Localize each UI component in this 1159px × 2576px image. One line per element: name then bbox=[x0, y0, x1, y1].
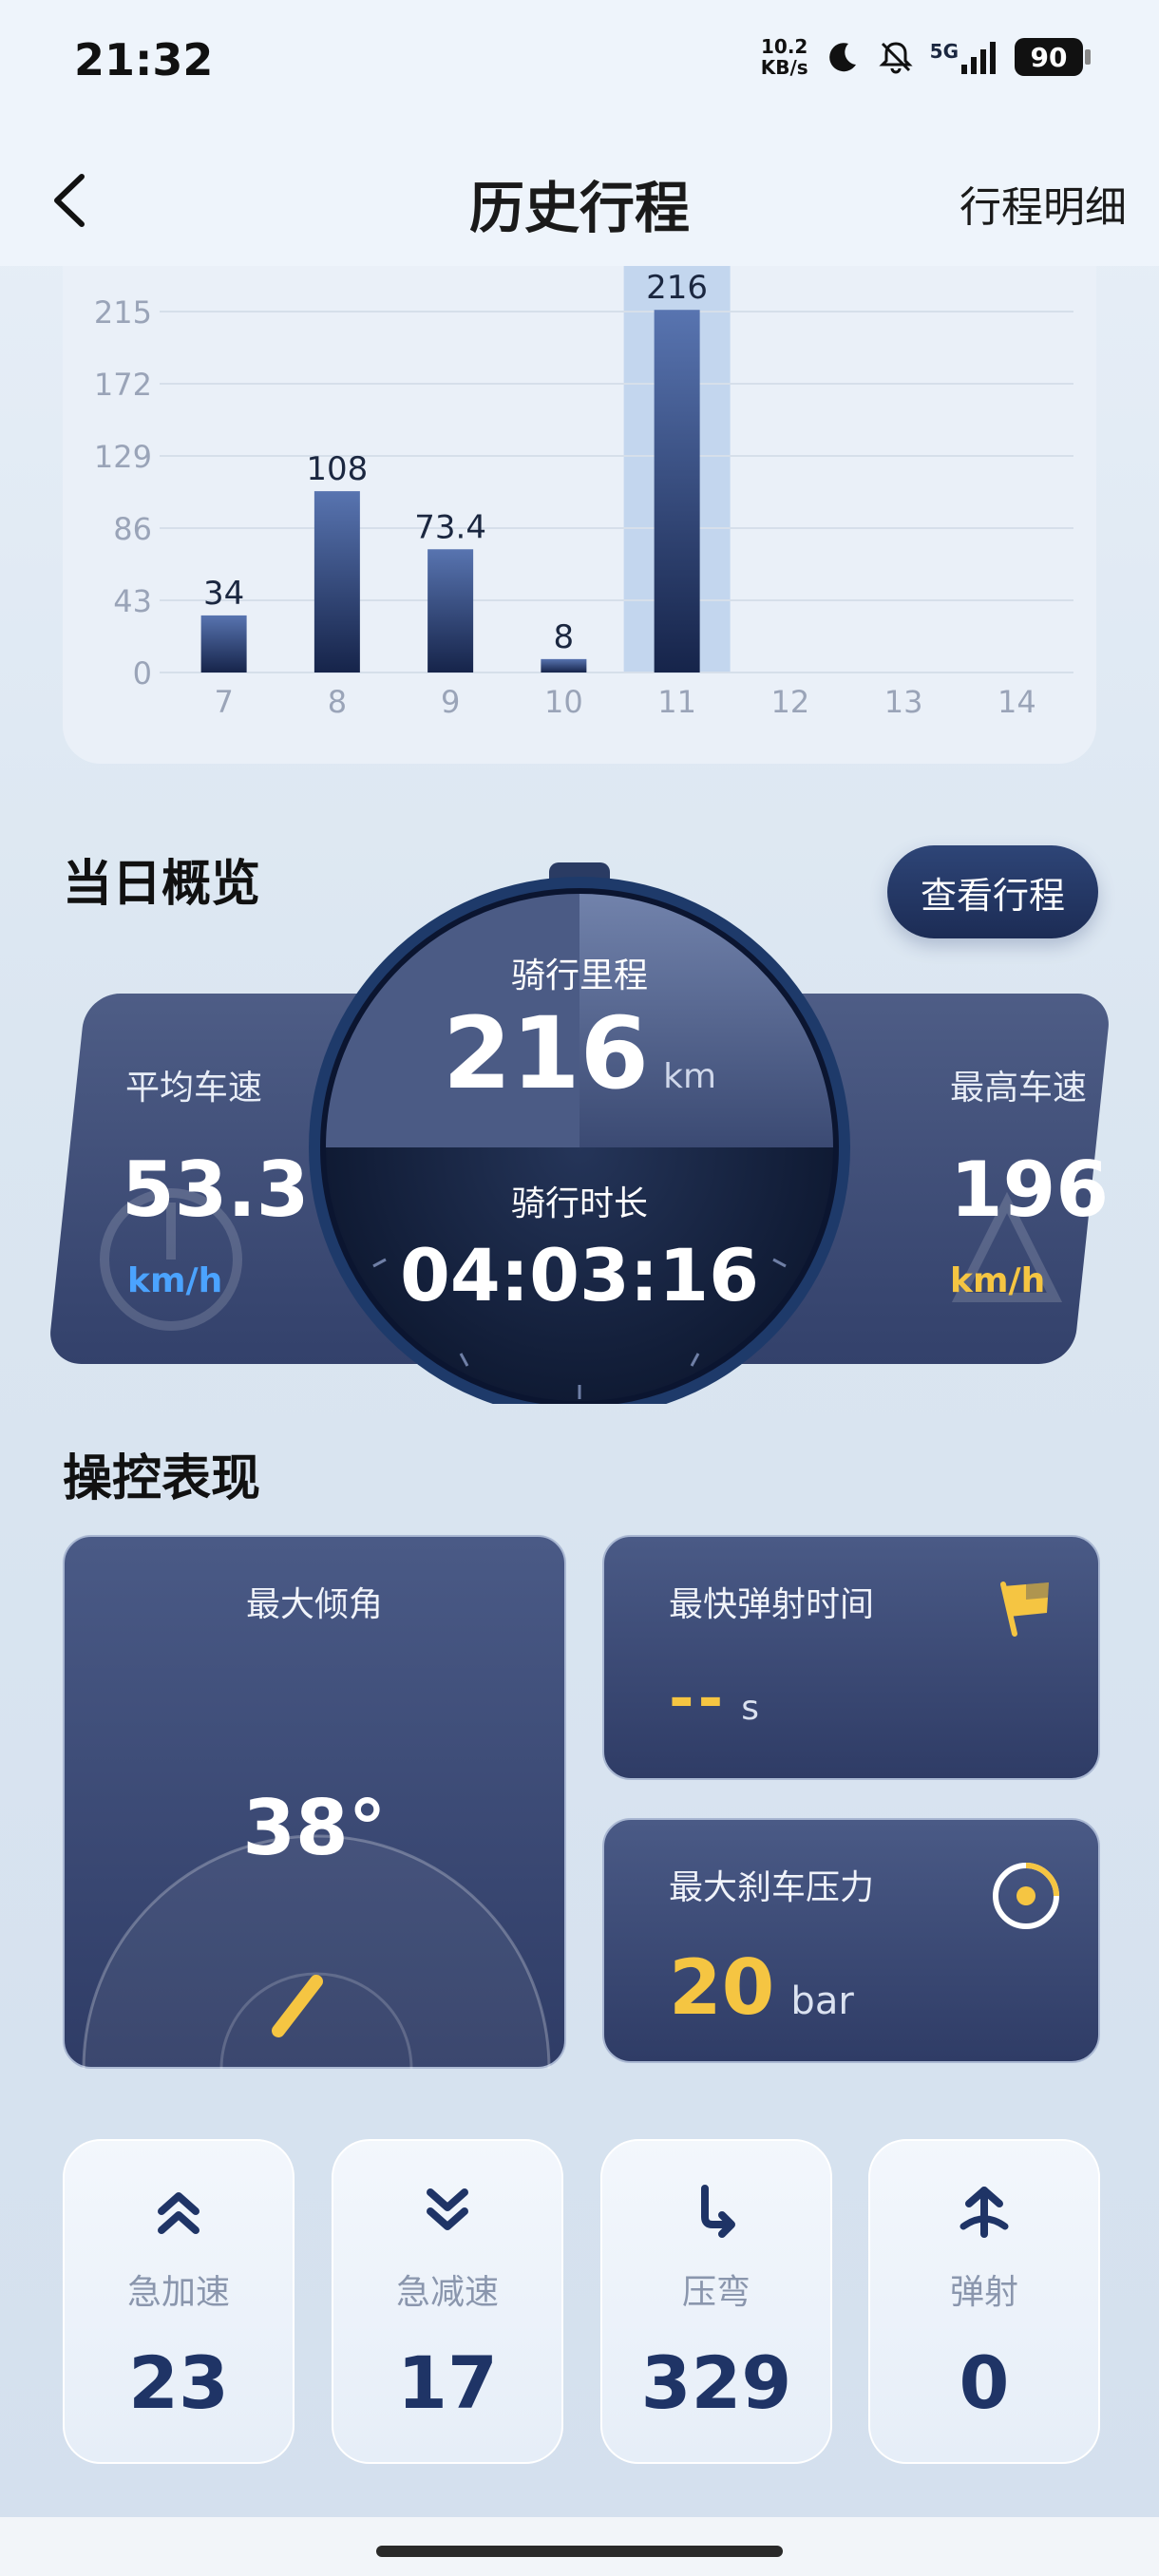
bar-value-label: 34 bbox=[203, 575, 244, 613]
y-tick-label: 0 bbox=[133, 655, 152, 691]
distance-value: 216 bbox=[442, 995, 650, 1111]
x-tick-label: 9 bbox=[441, 684, 460, 720]
bar-value-label: 108 bbox=[306, 450, 368, 488]
x-tick-label: 11 bbox=[657, 684, 696, 720]
brake-disc-icon bbox=[993, 1863, 1059, 1929]
launch-time-value: -- bbox=[669, 1664, 728, 1734]
x-tick-label: 13 bbox=[884, 684, 923, 720]
tile-cornering[interactable]: 压弯 329 bbox=[600, 2139, 832, 2464]
mileage-bar-chart[interactable]: 0 43 86 129 172 215 34 7 108 8 73.4 9 8 10 216 11 12 13 14 bbox=[63, 266, 1096, 764]
launch-time-readout: -- s bbox=[669, 1664, 759, 1734]
y-tick-label: 129 bbox=[94, 439, 152, 475]
dial-graphic bbox=[309, 862, 850, 1404]
y-tick-label: 86 bbox=[113, 511, 152, 547]
avg-speed-value: 53.3 bbox=[122, 1146, 310, 1234]
x-tick-label: 12 bbox=[771, 684, 810, 720]
y-tick-label: 43 bbox=[113, 583, 152, 619]
bar bbox=[200, 615, 247, 672]
net-speed: 10.2 KB/s bbox=[761, 36, 808, 78]
duration-label: 骑行时长 bbox=[510, 1184, 648, 1223]
bar bbox=[654, 310, 700, 672]
x-tick-label: 10 bbox=[544, 684, 583, 720]
bar-value-label: 216 bbox=[646, 269, 708, 307]
tile-value: 23 bbox=[128, 2340, 229, 2425]
turn-arrow-icon bbox=[701, 2185, 735, 2238]
brake-pressure-unit: bar bbox=[790, 1979, 854, 2023]
brake-pressure-label: 最大刹车压力 bbox=[669, 1868, 875, 1907]
max-speed-label: 最高车速 bbox=[950, 1069, 1088, 1108]
tile-label: 压弯 bbox=[681, 2273, 750, 2312]
tile-value: 329 bbox=[640, 2340, 792, 2425]
status-icons: 10.2 KB/s 5G 90 bbox=[761, 36, 1091, 78]
x-tick-label: 7 bbox=[214, 684, 233, 720]
brake-pressure-card: 最大刹车压力 20 bar bbox=[602, 1818, 1100, 2063]
signal-label: 5G bbox=[929, 40, 959, 63]
daily-overview-panel: 平均车速 53.3 km/h 最高车速 196 km/h 骑行里程 216 km… bbox=[47, 836, 1112, 1425]
max-lean-value: 38° bbox=[242, 1784, 387, 1872]
max-lean-label: 最大倾角 bbox=[245, 1585, 383, 1624]
launch-time-label: 最快弹射时间 bbox=[669, 1585, 875, 1624]
battery-indicator: 90 bbox=[1015, 38, 1091, 76]
bar-value-label: 8 bbox=[554, 618, 575, 656]
tile-value: 17 bbox=[397, 2340, 498, 2425]
signal-bars-icon bbox=[961, 42, 996, 74]
net-speed-value: 10.2 bbox=[761, 35, 808, 58]
distance-label: 骑行里程 bbox=[510, 957, 648, 995]
signal-indicator: 5G bbox=[930, 40, 999, 74]
tile-label: 急减速 bbox=[395, 2273, 499, 2312]
bar-value-label: 73.4 bbox=[414, 508, 486, 546]
max-speed-unit: km/h bbox=[950, 1261, 1046, 1300]
home-indicator[interactable] bbox=[376, 2546, 783, 2557]
checkered-flag-icon bbox=[1000, 1582, 1049, 1637]
y-tick-label: 215 bbox=[94, 294, 152, 331]
avg-speed-unit: km/h bbox=[127, 1261, 223, 1300]
brake-pressure-value: 20 bbox=[669, 1943, 775, 2032]
launch-time-card: 最快弹射时间 -- s bbox=[602, 1535, 1100, 1780]
ride-dial: 骑行里程 216 km 骑行时长 04:03:16 bbox=[304, 853, 855, 1404]
status-time: 21:32 bbox=[74, 34, 214, 85]
distance-readout: 216 km bbox=[304, 995, 855, 1111]
distance-unit: km bbox=[663, 1057, 717, 1096]
x-tick-label: 14 bbox=[998, 684, 1036, 720]
bar bbox=[541, 658, 587, 672]
tile-hard-acceleration[interactable]: 急加速 23 bbox=[63, 2139, 294, 2464]
mileage-chart-card: 0 43 86 129 172 215 34 7 108 8 73.4 9 8 10 216 11 12 13 14 bbox=[63, 266, 1096, 764]
double-chevron-up-icon bbox=[158, 2192, 200, 2234]
nav-bar: 历史行程 行程明细 bbox=[0, 133, 1159, 266]
bar bbox=[428, 549, 474, 672]
tile-label: 弹射 bbox=[949, 2273, 1018, 2312]
brake-pressure-readout: 20 bar bbox=[669, 1943, 854, 2032]
status-bar: 21:32 10.2 KB/s 5G 90 bbox=[0, 0, 1159, 133]
y-tick-label: 172 bbox=[94, 367, 152, 403]
moon-icon bbox=[828, 43, 856, 72]
duration-value: 04:03:16 bbox=[399, 1233, 760, 1317]
net-speed-unit: KB/s bbox=[760, 56, 808, 79]
control-title: 操控表现 bbox=[63, 1450, 261, 1507]
tile-hard-braking[interactable]: 急减速 17 bbox=[332, 2139, 563, 2464]
trip-details-link[interactable]: 行程明细 bbox=[960, 173, 1127, 234]
launch-time-unit: s bbox=[741, 1689, 759, 1728]
double-chevron-down-icon bbox=[427, 2188, 468, 2230]
avg-speed-label: 平均车速 bbox=[125, 1069, 263, 1108]
bell-muted-icon bbox=[879, 42, 913, 74]
tile-launch[interactable]: 弹射 0 bbox=[868, 2139, 1100, 2464]
tile-label: 急加速 bbox=[126, 2273, 230, 2312]
tile-value: 0 bbox=[959, 2340, 1010, 2425]
lean-gauge-graphic bbox=[82, 1834, 551, 2069]
bar bbox=[314, 491, 360, 672]
max-speed-value: 196 bbox=[950, 1146, 1109, 1234]
x-tick-label: 8 bbox=[328, 684, 347, 720]
max-lean-card: 最大倾角 38° bbox=[63, 1535, 566, 2069]
launch-arrow-icon bbox=[960, 2187, 1009, 2238]
